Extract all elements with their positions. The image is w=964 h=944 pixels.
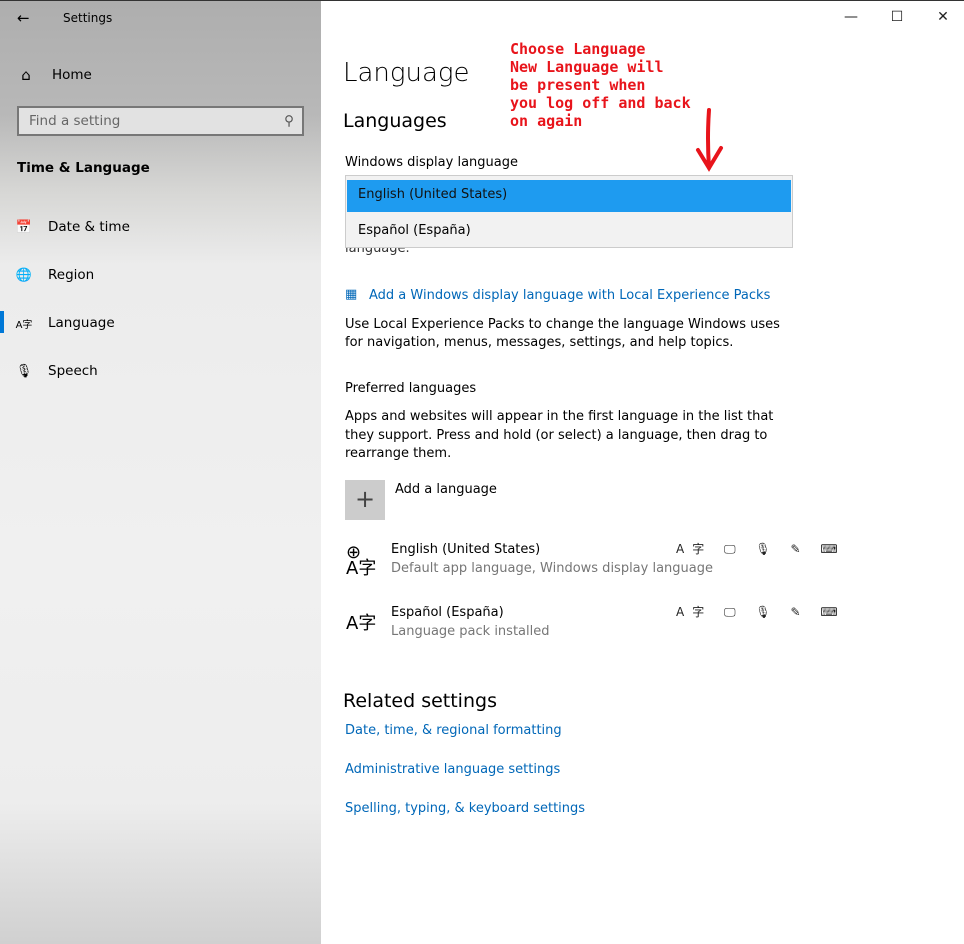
language-name: Español (España) <box>391 605 504 620</box>
language-icon: A字 <box>15 319 33 331</box>
search-placeholder: Find a setting <box>29 113 121 129</box>
close-button[interactable]: ✕ <box>933 9 953 25</box>
lxp-link[interactable]: Add a Windows display language with Loca… <box>369 288 770 303</box>
dropdown-option-english[interactable]: English (United States) <box>347 180 791 212</box>
maximize-button[interactable]: ☐ <box>887 9 907 25</box>
globe-icon: 🌐 <box>15 267 33 283</box>
language-status: Default app language, Windows display la… <box>391 561 714 576</box>
section-heading: Languages <box>343 110 447 132</box>
lxp-description: Use Local Experience Packs to change the… <box>345 317 780 350</box>
annotation-line: on again <box>510 112 583 130</box>
page-title: Language <box>343 58 470 88</box>
section-title: Time & Language <box>17 160 150 176</box>
annotation-text: Choose Language New Language will be pre… <box>510 40 691 130</box>
search-icon: ⚲ <box>284 113 294 129</box>
language-feature-icons: A字 🖵 🎙 ✎ ⌨ <box>676 542 846 556</box>
annotation-line: Choose Language <box>510 40 646 58</box>
microphone-icon: 🎙 <box>15 363 33 379</box>
sidebar-item-home[interactable]: ⌂ Home <box>0 55 321 95</box>
sidebar-item-region[interactable]: 🌐 Region <box>0 255 321 295</box>
language-icon: A字 <box>346 613 377 634</box>
language-status: Language pack installed <box>391 624 550 639</box>
sidebar: ← Settings ⌂ Home Find a setting ⚲ Time … <box>0 0 321 944</box>
item-label: Date & time <box>48 219 130 235</box>
language-feature-icons: A字 🖵 🎙 ✎ ⌨ <box>676 605 846 619</box>
sidebar-item-speech[interactable]: 🎙 Speech <box>0 351 321 391</box>
search-input[interactable]: Find a setting ⚲ <box>17 106 304 136</box>
add-language-plus-icon[interactable]: + <box>345 480 385 520</box>
sidebar-item-date-time[interactable]: 📅 Date & time <box>0 207 321 247</box>
home-label: Home <box>52 67 92 83</box>
related-link-admin[interactable]: Administrative language settings <box>345 762 560 777</box>
dropdown-option-espanol[interactable]: Español (España) <box>347 216 791 248</box>
related-settings-title: Related settings <box>343 690 497 712</box>
related-link-spelling[interactable]: Spelling, typing, & keyboard settings <box>345 801 585 816</box>
item-label: Region <box>48 267 95 283</box>
annotation-arrow-icon <box>696 108 723 172</box>
language-name: English (United States) <box>391 542 541 557</box>
window-title: Settings <box>63 11 113 25</box>
language-globe-icon: ⊕ A字 <box>346 542 377 579</box>
sidebar-item-language[interactable]: A字 Language <box>0 303 321 343</box>
preferred-description: Apps and websites will appear in the fir… <box>345 409 774 461</box>
store-icon: ▦ <box>345 287 358 302</box>
annotation-line: New Language will <box>510 58 664 76</box>
annotation-line: be present when <box>510 76 646 94</box>
display-language-label: Windows display language <box>345 155 518 170</box>
add-language-button[interactable]: Add a language <box>395 482 497 497</box>
item-label: Speech <box>48 363 98 379</box>
home-icon: ⌂ <box>21 66 31 84</box>
display-language-dropdown[interactable]: English (United States) Español (España) <box>345 175 793 248</box>
preferred-label: Preferred languages <box>345 381 477 396</box>
annotation-line: you log off and back <box>510 94 691 112</box>
calendar-clock-icon: 📅 <box>15 219 33 235</box>
related-link-date-time[interactable]: Date, time, & regional formatting <box>345 723 562 738</box>
back-button[interactable]: ← <box>17 9 30 27</box>
minimize-button[interactable]: — <box>841 9 861 25</box>
item-label: Language <box>48 315 115 331</box>
